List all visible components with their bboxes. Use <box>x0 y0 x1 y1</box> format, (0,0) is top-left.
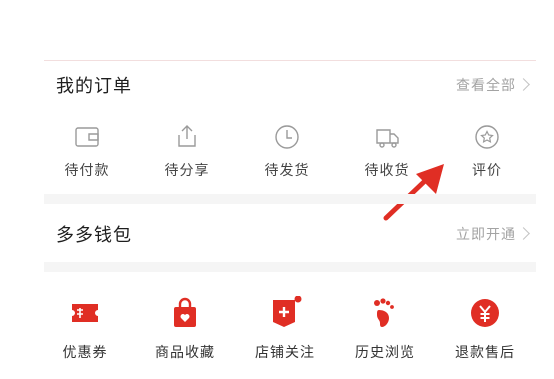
order-review[interactable]: 评价 <box>445 122 529 180</box>
notification-dot <box>294 296 302 303</box>
view-all-orders-link[interactable]: 查看全部 <box>456 75 516 95</box>
favorite-bag-icon <box>174 297 196 327</box>
wallet-title: 多多钱包 <box>56 225 132 246</box>
order-pending-shipment[interactable]: 待发货 <box>245 122 329 180</box>
coupon-icon <box>72 304 98 322</box>
open-wallet-link[interactable]: 立即开通 <box>456 224 516 244</box>
order-item-label: 待发货 <box>264 163 310 179</box>
red-arrow-annotation <box>383 164 444 221</box>
tool-item-label: 优惠券 <box>62 345 108 361</box>
top-divider <box>44 60 536 61</box>
shop-follow-icon <box>273 296 302 327</box>
section-divider <box>44 194 536 204</box>
shop-follow-button[interactable]: 店铺关注 <box>243 296 327 362</box>
tool-item-label: 商品收藏 <box>155 345 215 361</box>
footprint-icon <box>374 298 394 327</box>
chevron-right-icon[interactable] <box>517 78 530 91</box>
section-divider <box>44 262 536 272</box>
my-orders-title: 我的订单 <box>56 76 132 97</box>
share-icon <box>178 125 196 147</box>
order-item-label: 待付款 <box>64 163 110 179</box>
refund-icon <box>471 299 499 327</box>
chevron-right-icon[interactable] <box>517 227 530 240</box>
order-item-label: 评价 <box>472 163 502 179</box>
order-item-label: 待分享 <box>164 163 210 179</box>
order-pending-payment[interactable]: 待付款 <box>45 122 129 180</box>
wallet-icon <box>75 127 99 147</box>
tool-item-label: 历史浏览 <box>355 345 415 361</box>
coupon-button[interactable]: 优惠券 <box>43 296 127 362</box>
clock-icon <box>275 125 299 149</box>
review-icon <box>475 125 499 149</box>
truck-icon <box>376 129 399 148</box>
favorites-button[interactable]: 商品收藏 <box>143 296 227 362</box>
refund-button[interactable]: 退款售后 <box>443 296 527 362</box>
tool-item-label: 退款售后 <box>455 345 515 361</box>
browse-history-button[interactable]: 历史浏览 <box>343 296 427 362</box>
order-pending-share[interactable]: 待分享 <box>145 122 229 180</box>
tool-item-label: 店铺关注 <box>255 345 315 361</box>
